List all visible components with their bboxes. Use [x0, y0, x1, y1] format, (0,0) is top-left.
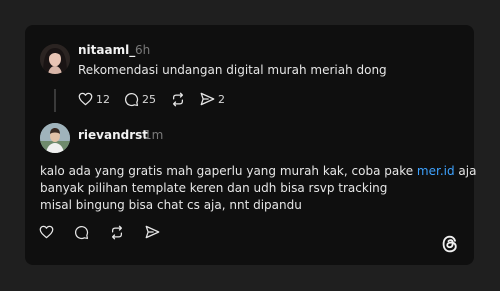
heart-icon — [78, 92, 93, 106]
share-icon — [145, 225, 160, 239]
threads-logo-icon — [439, 233, 461, 255]
reply-line-1-end: aja — [454, 164, 477, 178]
comment-icon — [125, 92, 139, 106]
reply-line-1: kalo ada yang gratis mah gaperlu yang mu… — [40, 163, 476, 180]
repost-icon — [112, 225, 122, 239]
like-count: 12 — [96, 92, 110, 106]
thread-card: nitaaml_ 6h Rekomendasi undangan digital… — [25, 25, 476, 265]
reply-actions — [39, 224, 174, 240]
share-count: 2 — [218, 92, 225, 106]
share-icon — [200, 92, 215, 106]
heart-icon — [39, 225, 54, 239]
share-button[interactable]: 2 — [200, 92, 225, 106]
reply-share-button[interactable] — [145, 225, 160, 239]
reply-line-1-start: kalo ada yang gratis mah gaperlu yang mu… — [40, 164, 417, 178]
avatar-rievandrst[interactable] — [40, 123, 70, 153]
reply-like-button[interactable] — [39, 225, 54, 239]
like-button[interactable]: 12 — [78, 92, 110, 106]
reply-repost-button[interactable] — [109, 225, 125, 240]
post-timestamp: 6h — [135, 43, 151, 57]
repost-button[interactable] — [170, 92, 186, 107]
post-actions: 12 25 2 — [78, 91, 239, 107]
mer-id-link[interactable]: mer.id — [417, 164, 455, 178]
reply-username[interactable]: rievandrst — [78, 128, 148, 142]
reply-text: kalo ada yang gratis mah gaperlu yang mu… — [40, 163, 476, 214]
post-text: Rekomendasi undangan digital murah meria… — [78, 63, 387, 77]
reply-button[interactable]: 25 — [124, 92, 156, 107]
repost-icon — [173, 92, 183, 106]
post-username[interactable]: nitaaml_ — [78, 43, 135, 57]
reply-line-2: banyak pilihan template keren dan udh bi… — [40, 181, 388, 195]
reply-count: 25 — [142, 92, 156, 106]
avatar-nitaaml[interactable] — [40, 44, 70, 74]
thread-connector-line — [54, 89, 56, 112]
comment-icon — [75, 225, 89, 239]
reply-timestamp: 1m — [144, 128, 164, 142]
reply-comment-button[interactable] — [74, 225, 89, 240]
reply-line-3: misal bingung bisa chat cs aja, nnt dipa… — [40, 198, 302, 212]
